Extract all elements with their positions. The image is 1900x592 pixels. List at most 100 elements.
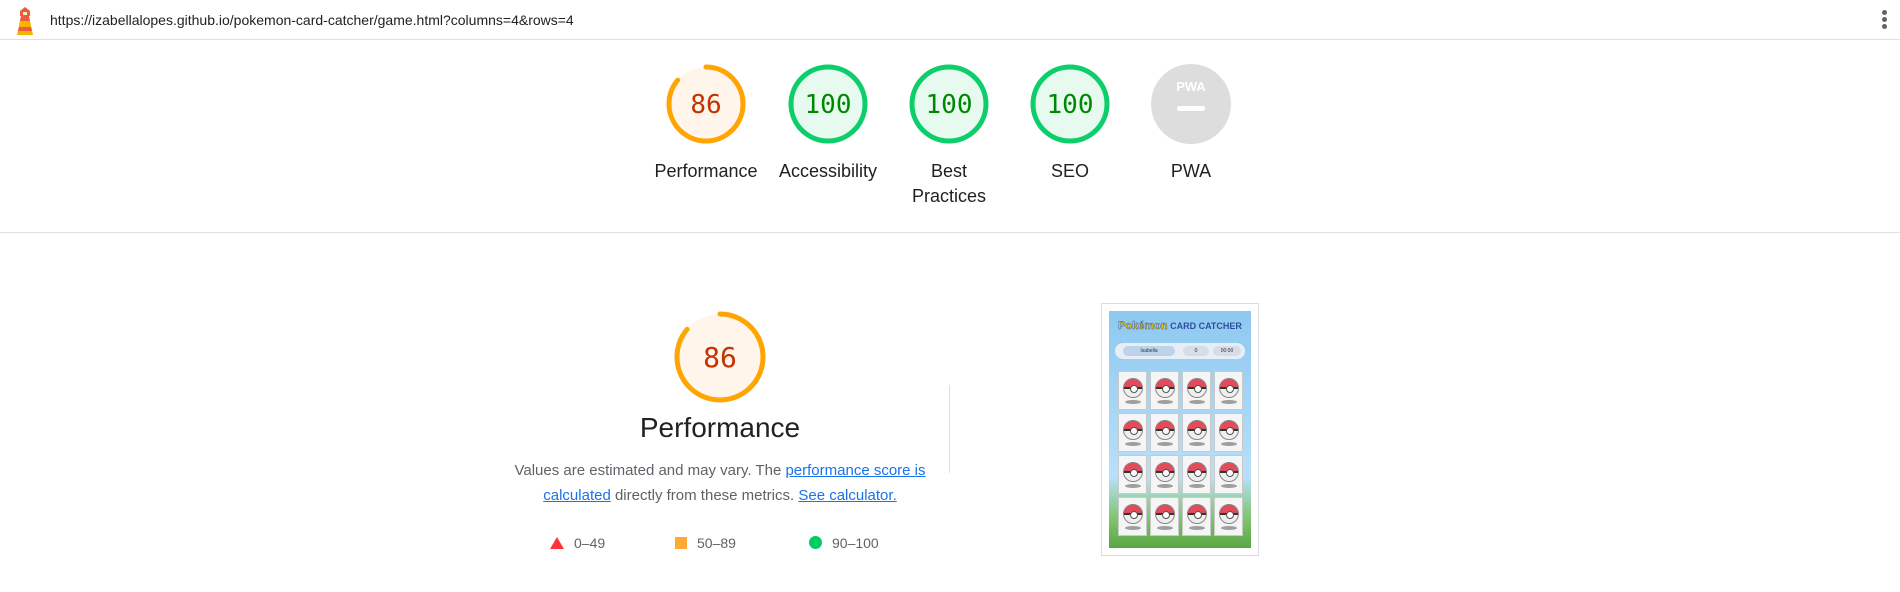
- url-text[interactable]: https://izabellalopes.github.io/pokemon-…: [50, 12, 574, 28]
- pwa-icon: PWA: [1151, 64, 1231, 144]
- score-legend: 0–49 50–89 90–100: [540, 535, 940, 555]
- ball-shadow: [1125, 442, 1141, 446]
- ball-shadow: [1221, 526, 1237, 530]
- gauge-label: PWA: [1170, 161, 1212, 181]
- pokeball-card: [1118, 455, 1147, 494]
- pokeball-card: [1150, 413, 1179, 452]
- pokeball-icon: [1187, 462, 1207, 482]
- pokeball-card: [1214, 455, 1243, 494]
- gauge-label: SEO: [1050, 161, 1089, 181]
- pokeball-icon: [1155, 420, 1175, 440]
- logo-sub: CARD CATCHER: [1170, 321, 1242, 331]
- pokeball-icon: [1123, 420, 1143, 440]
- ball-shadow: [1157, 526, 1173, 530]
- game-info-bar: Isabella 0 00:00: [1115, 343, 1245, 359]
- pokeball-icon: [1155, 504, 1175, 524]
- ball-shadow: [1157, 400, 1173, 404]
- gauge-ring: 100: [788, 64, 868, 144]
- legend-average: 50–89: [675, 535, 736, 551]
- performance-summary: 86 Performance Values are estimated and …: [510, 310, 930, 508]
- pokeball-icon: [1187, 504, 1207, 524]
- gauge-performance[interactable]: 86 Performance: [646, 63, 766, 184]
- pokeball-icon: [1123, 504, 1143, 524]
- legend-range: 0–49: [574, 535, 606, 551]
- ball-shadow: [1221, 442, 1237, 446]
- pokeball-card: [1118, 413, 1147, 452]
- ball-shadow: [1189, 400, 1205, 404]
- ball-shadow: [1189, 484, 1205, 488]
- ball-shadow: [1189, 442, 1205, 446]
- pokeball-icon: [1219, 420, 1239, 440]
- gauge-ring: 86: [666, 64, 746, 144]
- ball-shadow: [1157, 484, 1173, 488]
- gauge-accessibility[interactable]: 100 Accessibility: [768, 63, 888, 184]
- gauge-seo[interactable]: 100 SEO: [1010, 63, 1130, 184]
- screenshot-frame: Pokémon CARD CATCHER Isabella 0 00:00: [1109, 311, 1251, 548]
- pokeball-card: [1214, 497, 1243, 536]
- section-divider: [949, 385, 950, 473]
- gauge-value: 100: [1047, 90, 1094, 120]
- legend-pass: 90–100: [809, 535, 879, 551]
- game-logo: Pokémon CARD CATCHER: [1115, 317, 1245, 335]
- performance-description: Values are estimated and may vary. The p…: [510, 458, 930, 508]
- desc-text: Values are estimated and may vary. The: [514, 462, 786, 479]
- pokeball-card: [1118, 497, 1147, 536]
- ball-shadow: [1221, 484, 1237, 488]
- pwa-badge: PWA: [1176, 79, 1206, 94]
- pokeball-card: [1182, 455, 1211, 494]
- pokeball-icon: [1219, 378, 1239, 398]
- pokeball-icon: [1187, 378, 1207, 398]
- lighthouse-icon: [17, 7, 33, 35]
- ball-shadow: [1221, 400, 1237, 404]
- ball-shadow: [1125, 526, 1141, 530]
- gauge-pwa[interactable]: PWA PWA: [1131, 63, 1251, 184]
- gauge-ring: 100: [909, 64, 989, 144]
- performance-score: 86: [703, 341, 737, 374]
- player-name: Isabella: [1123, 346, 1175, 356]
- pokeball-card: [1214, 371, 1243, 410]
- pokeball-card: [1182, 371, 1211, 410]
- timer: 00:00: [1213, 346, 1241, 356]
- ball-shadow: [1125, 400, 1141, 404]
- gauge-label: Best Practices: [911, 161, 987, 206]
- pokeball-icon: [1187, 420, 1207, 440]
- square-icon: [675, 537, 687, 549]
- performance-gauge: 86: [674, 311, 766, 403]
- more-vert-icon[interactable]: [1880, 10, 1888, 32]
- pokeball-card: [1214, 413, 1243, 452]
- gauge-label: Performance: [654, 161, 758, 181]
- see-calculator-link[interactable]: See calculator.: [798, 487, 896, 504]
- final-screenshot[interactable]: Pokémon CARD CATCHER Isabella 0 00:00: [1101, 303, 1259, 556]
- legend-range: 50–89: [697, 535, 736, 551]
- card-count: 0: [1183, 346, 1209, 356]
- pokeball-icon: [1219, 462, 1239, 482]
- performance-title: Performance: [639, 412, 801, 443]
- score-gauges: 86 Performance 100 Accessibility 100 Bes…: [0, 63, 1900, 233]
- gauge-value: 100: [926, 90, 973, 120]
- pokeball-icon: [1123, 378, 1143, 398]
- pokeball-icon: [1123, 462, 1143, 482]
- pokeball-icon: [1219, 504, 1239, 524]
- gauge-value: 86: [690, 90, 721, 120]
- pokeball-card: [1150, 497, 1179, 536]
- legend-range: 90–100: [832, 535, 879, 551]
- pokeball-icon: [1155, 378, 1175, 398]
- ball-shadow: [1189, 526, 1205, 530]
- ball-shadow: [1125, 484, 1141, 488]
- pokeball-icon: [1155, 462, 1175, 482]
- pokeball-card: [1118, 371, 1147, 410]
- logo-word: Pokémon: [1118, 320, 1168, 332]
- pokeball-card: [1182, 413, 1211, 452]
- pokeball-card: [1182, 497, 1211, 536]
- gauge-best-practices[interactable]: 100 Best Practices: [889, 63, 1009, 209]
- triangle-icon: [550, 537, 564, 549]
- pokeball-card: [1150, 455, 1179, 494]
- gauge-ring: 100: [1030, 64, 1110, 144]
- pokeball-card: [1150, 371, 1179, 410]
- gauge-label: Accessibility: [778, 161, 878, 181]
- gauge-value: 100: [805, 90, 852, 120]
- circle-icon: [809, 536, 822, 549]
- card-board: [1118, 371, 1243, 536]
- address-bar: https://izabellalopes.github.io/pokemon-…: [0, 0, 1900, 40]
- desc-text: directly from these metrics.: [610, 487, 799, 504]
